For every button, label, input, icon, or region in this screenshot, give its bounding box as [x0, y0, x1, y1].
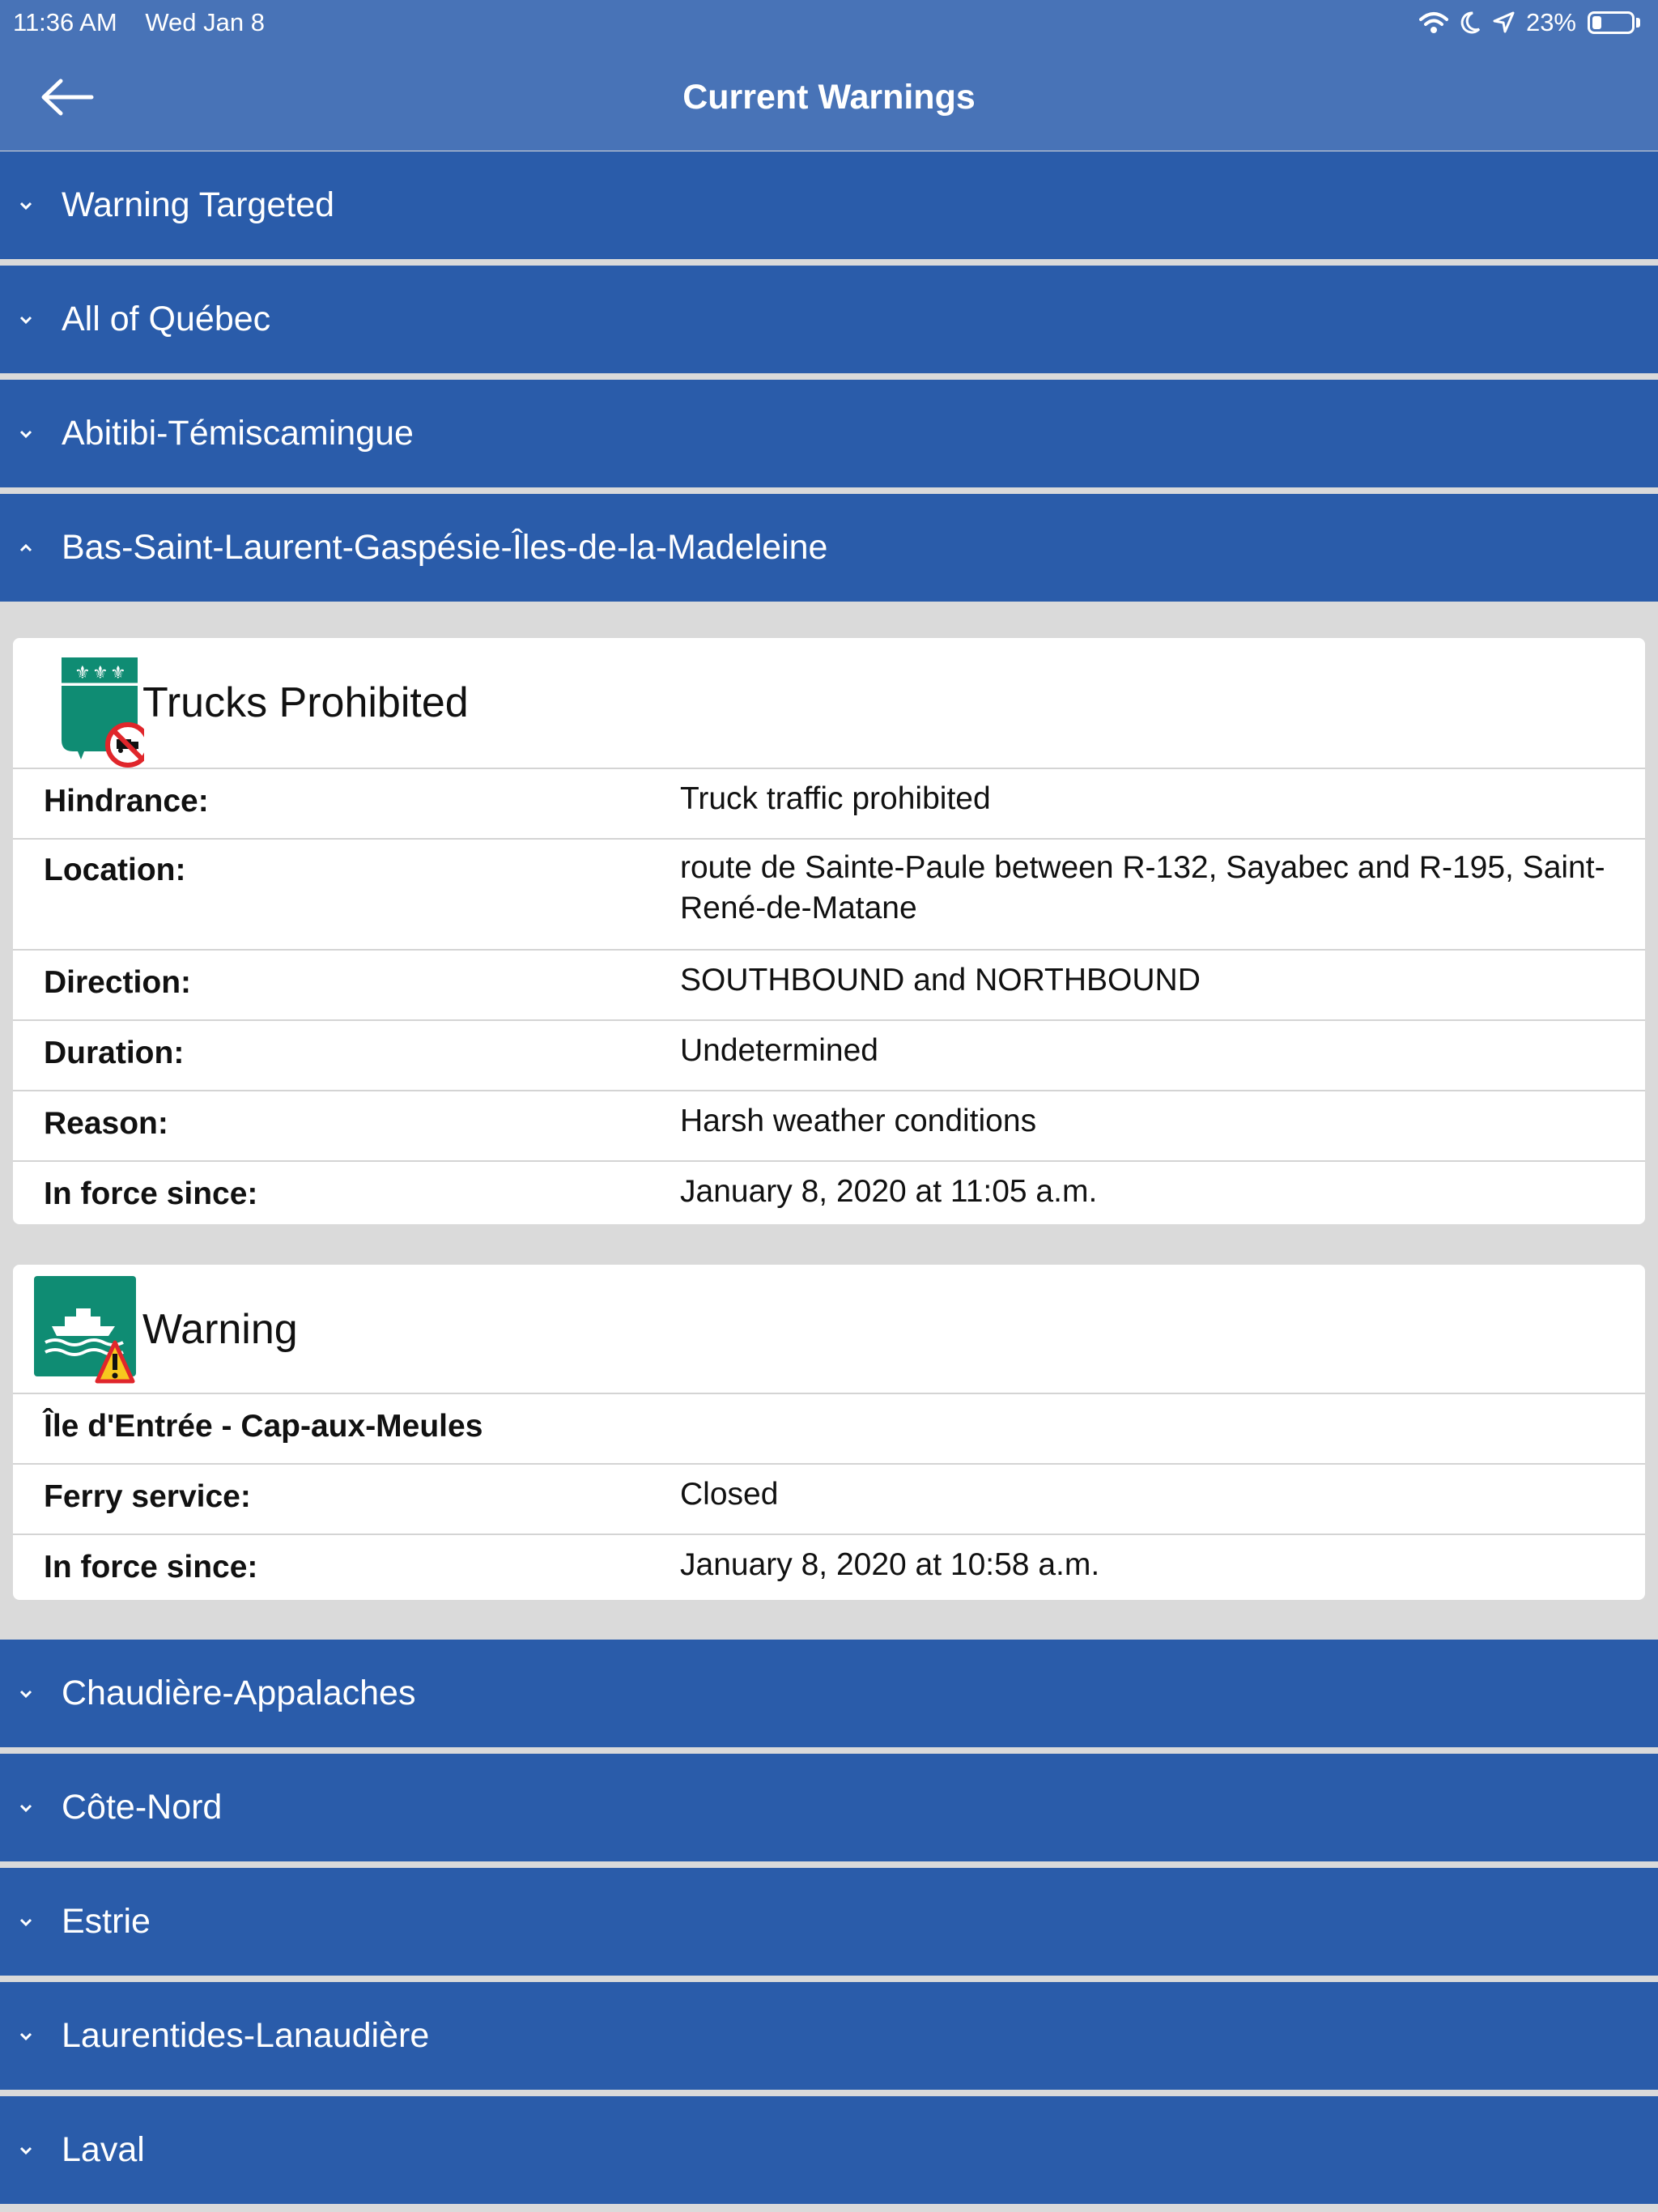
region-row-bas-saint-laurent[interactable]: Bas-Saint-Laurent-Gaspésie-Îles-de-la-Ma… — [0, 494, 1658, 602]
detail-row-direction: Direction: SOUTHBOUND and NORTHBOUND — [13, 951, 1645, 1021]
detail-key: Direction: — [44, 965, 192, 1000]
chevron-up-icon — [0, 543, 52, 553]
status-time: 11:36 AM — [13, 8, 117, 36]
ferry-warning-icon — [34, 1276, 136, 1384]
battery-icon — [1588, 11, 1635, 34]
detail-row-in-force-since: In force since: January 8, 2020 at 10:58… — [13, 1535, 1645, 1600]
status-date: Wed Jan 8 — [145, 8, 265, 36]
region-label: Abitibi-Témiscamingue — [62, 414, 414, 453]
detail-value: Closed — [680, 1477, 779, 1512]
region-row-all-of-quebec[interactable]: All of Québec — [0, 266, 1658, 373]
status-bar-right: 23% — [1418, 6, 1640, 39]
region-row-laval[interactable]: Laval — [0, 2096, 1658, 2204]
battery-nub — [1636, 18, 1640, 28]
region-row-laurentides-lanaudiere[interactable]: Laurentides-Lanaudière — [0, 1982, 1658, 2090]
chevron-down-icon — [0, 1917, 52, 1927]
location-arrow-icon — [1493, 11, 1515, 33]
chevron-down-icon — [0, 315, 52, 325]
detail-value: SOUTHBOUND and NORTHBOUND — [680, 963, 1201, 998]
wifi-icon — [1418, 12, 1448, 33]
battery-level — [1592, 16, 1601, 29]
region-label: Laval — [62, 2130, 145, 2169]
region-label: Warning Targeted — [62, 185, 335, 224]
detail-key: Ferry service: — [44, 1479, 251, 1514]
ferry-route-name: Île d'Entrée - Cap-aux-Meules — [44, 1409, 483, 1444]
chevron-down-icon — [0, 2146, 52, 2155]
detail-value: January 8, 2020 at 11:05 a.m. — [680, 1174, 1098, 1209]
detail-row-reason: Reason: Harsh weather conditions — [13, 1091, 1645, 1162]
svg-text:⚜: ⚜ — [74, 663, 91, 683]
detail-value: route de Sainte-Paule between R-132, Say… — [680, 850, 1605, 925]
detail-key: Location: — [44, 853, 186, 887]
detail-row-location-name: Île d'Entrée - Cap-aux-Meules — [13, 1394, 1645, 1465]
chevron-down-icon — [0, 1803, 52, 1813]
battery-percentage: 23% — [1525, 8, 1576, 36]
region-label: Laurentides-Lanaudière — [62, 2016, 430, 2055]
region-row-warning-targeted[interactable]: Warning Targeted — [0, 151, 1658, 259]
moon-icon — [1460, 11, 1481, 34]
detail-key: In force since: — [44, 1550, 258, 1585]
detail-row-ferry-service: Ferry service: Closed — [13, 1465, 1645, 1535]
warning-card-trucks-prohibited: ⚜ ⚜ ⚜ Trucks Prohibited Hindrance: Truck… — [13, 638, 1645, 1224]
detail-key: Duration: — [44, 1036, 185, 1070]
warning-card-ferry: Warning Île d'Entrée - Cap-aux-Meules Fe… — [13, 1265, 1645, 1600]
chevron-down-icon — [0, 2031, 52, 2041]
chevron-down-icon — [0, 429, 52, 439]
svg-text:⚜: ⚜ — [110, 663, 126, 683]
region-row-estrie[interactable]: Estrie — [0, 1868, 1658, 1976]
region-row-chaudiere-appalaches[interactable]: Chaudière-Appalaches — [0, 1640, 1658, 1747]
app-screen: 11:36 AM Wed Jan 8 23% Current Warnings … — [0, 0, 1658, 2212]
detail-value: Truck traffic prohibited — [680, 781, 991, 816]
region-label: Côte-Nord — [62, 1788, 223, 1827]
detail-row-duration: Duration: Undetermined — [13, 1021, 1645, 1091]
region-row-abitibi-temiscamingue[interactable]: Abitibi-Témiscamingue — [0, 380, 1658, 487]
detail-key: Reason: — [44, 1106, 168, 1141]
detail-row-hindrance: Hindrance: Truck traffic prohibited — [13, 769, 1645, 840]
svg-text:⚜: ⚜ — [92, 663, 108, 683]
page-title: Current Warnings — [682, 78, 976, 117]
nav-bar: 11:36 AM Wed Jan 8 23% Current Warnings — [0, 0, 1658, 151]
status-bar-left: 11:36 AM Wed Jan 8 — [13, 6, 286, 39]
chevron-down-icon — [0, 1689, 52, 1699]
card-title: Warning — [142, 1306, 298, 1353]
detail-row-location: Location: route de Sainte-Paule between … — [13, 840, 1645, 951]
detail-row-in-force-since: In force since: January 8, 2020 at 11:05… — [13, 1162, 1645, 1224]
detail-value: Harsh weather conditions — [680, 1104, 1037, 1138]
region-row-cote-nord[interactable]: Côte-Nord — [0, 1754, 1658, 1861]
region-label: Bas-Saint-Laurent-Gaspésie-Îles-de-la-Ma… — [62, 528, 828, 567]
card-header: ⚜ ⚜ ⚜ Trucks Prohibited — [13, 638, 1645, 769]
trucks-prohibited-icon: ⚜ ⚜ ⚜ — [62, 657, 144, 768]
chevron-down-icon — [0, 201, 52, 211]
card-title: Trucks Prohibited — [142, 679, 469, 726]
region-label: Estrie — [62, 1902, 151, 1941]
detail-key: Hindrance: — [44, 784, 209, 819]
detail-key: In force since: — [44, 1176, 258, 1211]
card-header: Warning — [13, 1265, 1645, 1394]
region-label: Chaudière-Appalaches — [62, 1674, 416, 1712]
region-label: All of Québec — [62, 300, 271, 338]
detail-value: January 8, 2020 at 10:58 a.m. — [680, 1547, 1100, 1582]
detail-value: Undetermined — [680, 1033, 878, 1068]
